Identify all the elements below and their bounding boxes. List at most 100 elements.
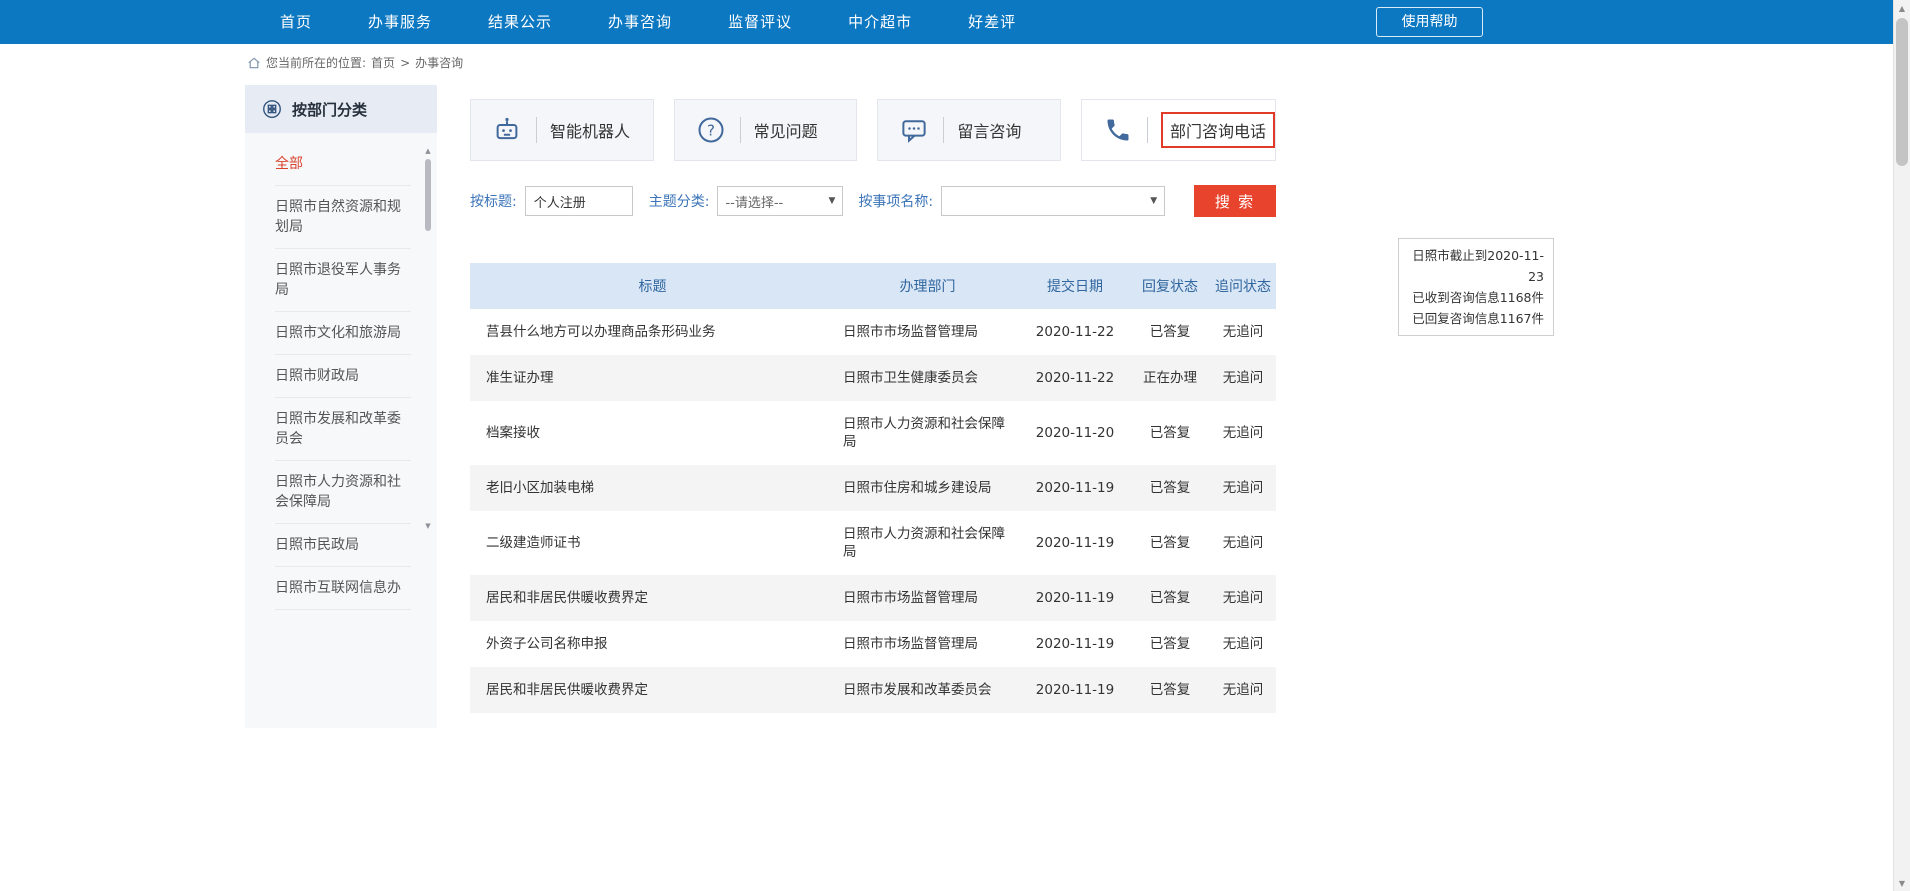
sidebar-item-natural-resources[interactable]: 日照市自然资源和规划局: [275, 186, 411, 249]
help-button[interactable]: 使用帮助: [1376, 7, 1483, 37]
item-name-filter-label: 按事项名称:: [858, 191, 933, 211]
tab-label: 留言咨询: [957, 118, 1021, 142]
cell-reply-status: 已答复: [1130, 309, 1210, 355]
column-header-reply-status: 回复状态: [1130, 263, 1210, 309]
cell-date: 2020-11-20: [1020, 401, 1130, 465]
nav-item-consultation[interactable]: 办事咨询: [580, 0, 700, 44]
stats-line-received: 已收到咨询信息1168件: [1408, 287, 1544, 308]
sidebar-item-veterans-affairs[interactable]: 日照市退役军人事务局: [275, 249, 411, 312]
table-row[interactable]: 外资子公司名称申报 日照市市场监督管理局 2020-11-19 已答复 无追问: [470, 621, 1276, 667]
cell-title: 外资子公司名称申报: [470, 621, 835, 667]
sidebar-item-finance[interactable]: 日照市财政局: [275, 355, 411, 398]
table-row[interactable]: 居民和非居民供暖收费界定 日照市发展和改革委员会 2020-11-19 已答复 …: [470, 667, 1276, 713]
tab-message-consult[interactable]: 留言咨询: [877, 99, 1061, 161]
search-bar: 按标题: 主题分类: --请选择-- ▼ 按事项名称: ▼ 搜 索: [470, 185, 1276, 217]
cell-department: 日照市市场监督管理局: [835, 309, 1020, 355]
cell-follow-status: 无追问: [1210, 355, 1276, 401]
cell-department: 日照市住房和城乡建设局: [835, 465, 1020, 511]
table-row[interactable]: 莒县什么地方可以办理商品条形码业务 日照市市场监督管理局 2020-11-22 …: [470, 309, 1276, 355]
cell-date: 2020-11-19: [1020, 575, 1130, 621]
tab-label-active: 部门咨询电话: [1161, 112, 1275, 148]
scroll-up-icon[interactable]: ▲: [1894, 0, 1910, 16]
cell-title: 居民和非居民供暖收费界定: [470, 667, 835, 713]
cell-title: 二级建造师证书: [470, 511, 835, 575]
title-filter-label: 按标题:: [470, 191, 517, 211]
table-row[interactable]: 档案接收 日照市人力资源和社会保障局 2020-11-20 已答复 无追问: [470, 401, 1276, 465]
nav-item-services[interactable]: 办事服务: [340, 0, 460, 44]
nav-item-results[interactable]: 结果公示: [460, 0, 580, 44]
cell-reply-status: 已答复: [1130, 465, 1210, 511]
column-header-follow-status: 追问状态: [1210, 263, 1276, 309]
sidebar-scrollbar[interactable]: ▲ ▼: [424, 147, 432, 531]
title-search-input[interactable]: [525, 186, 633, 216]
cell-follow-status: 无追问: [1210, 465, 1276, 511]
cell-follow-status: 无追问: [1210, 401, 1276, 465]
tab-divider: [943, 117, 944, 143]
page-scrollbar[interactable]: ▲ ▼: [1893, 0, 1910, 891]
cell-follow-status: 无追问: [1210, 511, 1276, 575]
sidebar-item-all[interactable]: 全部: [275, 143, 411, 186]
cell-title: 居民和非居民供暖收费界定: [470, 575, 835, 621]
category-filter-label: 主题分类:: [649, 191, 710, 211]
cell-date: 2020-11-19: [1020, 465, 1130, 511]
scroll-up-icon[interactable]: ▲: [424, 147, 432, 156]
cell-department: 日照市卫生健康委员会: [835, 355, 1020, 401]
phone-icon: [1102, 114, 1134, 146]
table-row[interactable]: 居民和非居民供暖收费界定 日照市市场监督管理局 2020-11-19 已答复 无…: [470, 575, 1276, 621]
scroll-down-icon[interactable]: ▼: [424, 522, 432, 531]
stats-line-replied: 已回复咨询信息1167件: [1408, 308, 1544, 329]
sidebar-title: 按部门分类: [292, 99, 367, 120]
sidebar-item-development-reform[interactable]: 日照市发展和改革委员会: [275, 398, 411, 461]
tab-smart-robot[interactable]: 智能机器人: [470, 99, 654, 161]
scroll-down-icon[interactable]: ▼: [1894, 875, 1910, 891]
consult-channel-tabs: 智能机器人 ? 常见问题: [470, 99, 1276, 161]
cell-follow-status: 无追问: [1210, 575, 1276, 621]
cell-follow-status: 无追问: [1210, 667, 1276, 713]
sidebar-item-human-resources[interactable]: 日照市人力资源和社会保障局: [275, 461, 411, 524]
sidebar-scrollbar-thumb[interactable]: [425, 159, 431, 231]
tab-divider: [1147, 117, 1148, 143]
item-name-select[interactable]: ▼: [941, 186, 1165, 216]
tab-department-phone[interactable]: 部门咨询电话: [1081, 99, 1276, 161]
nav-item-home[interactable]: 首页: [252, 0, 340, 44]
sidebar-item-civil-affairs[interactable]: 日照市民政局: [275, 524, 411, 567]
tab-faq[interactable]: ? 常见问题: [674, 99, 858, 161]
search-button[interactable]: 搜 索: [1194, 185, 1276, 217]
cell-department: 日照市发展和改革委员会: [835, 667, 1020, 713]
cell-reply-status: 已答复: [1130, 667, 1210, 713]
sidebar-item-internet-info[interactable]: 日照市互联网信息办: [275, 567, 411, 610]
tab-label: 常见问题: [754, 118, 818, 142]
robot-icon: [491, 114, 523, 146]
chevron-down-icon: ▼: [1150, 196, 1157, 206]
cell-title: 莒县什么地方可以办理商品条形码业务: [470, 309, 835, 355]
cell-follow-status: 无追问: [1210, 309, 1276, 355]
table-header-row: 标题 办理部门 提交日期 回复状态 追问状态: [470, 263, 1276, 309]
table-row[interactable]: 二级建造师证书 日照市人力资源和社会保障局 2020-11-19 已答复 无追问: [470, 511, 1276, 575]
cell-date: 2020-11-22: [1020, 355, 1130, 401]
tab-label: 智能机器人: [550, 118, 630, 142]
chevron-down-icon: ▼: [829, 196, 836, 206]
cell-title: 档案接收: [470, 401, 835, 465]
page-scrollbar-thumb[interactable]: [1896, 18, 1908, 166]
breadcrumb-current[interactable]: 办事咨询: [415, 54, 463, 71]
nav-item-rating[interactable]: 好差评: [940, 0, 1044, 44]
breadcrumb-prefix: 您当前所在的位置:: [266, 54, 366, 71]
cell-reply-status: 已答复: [1130, 401, 1210, 465]
question-icon: ?: [695, 114, 727, 146]
nav-item-supervision[interactable]: 监督评议: [700, 0, 820, 44]
consultation-stats-box: 日照市截止到2020-11-23 已收到咨询信息1168件 已回复咨询信息116…: [1398, 238, 1554, 336]
nav-item-agency-market[interactable]: 中介超市: [820, 0, 940, 44]
tab-divider: [536, 117, 537, 143]
table-row[interactable]: 老旧小区加装电梯 日照市住房和城乡建设局 2020-11-19 已答复 无追问: [470, 465, 1276, 511]
home-icon: [247, 56, 261, 70]
cell-date: 2020-11-22: [1020, 309, 1130, 355]
cell-reply-status: 已答复: [1130, 511, 1210, 575]
breadcrumb-home-link[interactable]: 首页: [371, 54, 395, 71]
top-navigation-bar: 首页 办事服务 结果公示 办事咨询 监督评议 中介超市 好差评 使用帮助: [0, 0, 1893, 44]
svg-text:?: ?: [707, 121, 715, 139]
department-list: 全部 日照市自然资源和规划局 日照市退役军人事务局 日照市文化和旅游局 日照市财…: [245, 133, 437, 610]
sidebar-item-culture-tourism[interactable]: 日照市文化和旅游局: [275, 312, 411, 355]
category-select[interactable]: --请选择-- ▼: [717, 186, 843, 216]
table-row[interactable]: 准生证办理 日照市卫生健康委员会 2020-11-22 正在办理 无追问: [470, 355, 1276, 401]
consultation-table: 标题 办理部门 提交日期 回复状态 追问状态 莒县什么地方可以办理商品条形码业务…: [470, 263, 1276, 713]
